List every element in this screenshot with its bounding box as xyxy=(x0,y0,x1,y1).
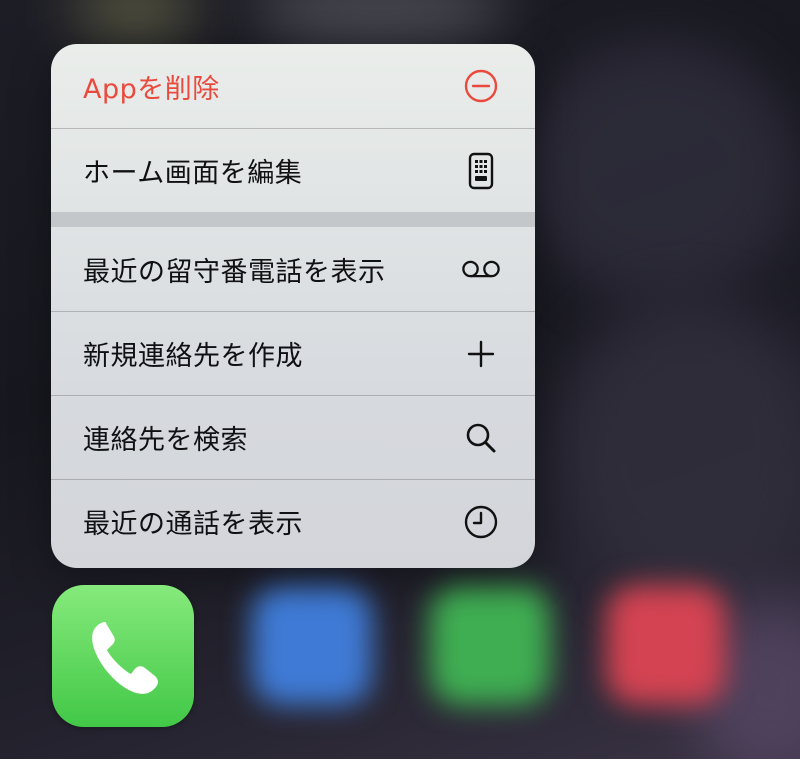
music-icon xyxy=(606,585,726,705)
magnifying-glass-icon xyxy=(461,418,501,458)
plus-icon xyxy=(461,334,501,374)
blurred-wallpaper-shape xyxy=(560,300,800,600)
menu-section-app-actions: Appを削除 ホーム画面を編集 xyxy=(51,44,535,212)
phone-handset-icon xyxy=(92,622,158,694)
safari-icon xyxy=(252,585,372,705)
menu-item-label: 新規連絡先を作成 xyxy=(83,341,303,372)
menu-item-recent-voicemail[interactable]: 最近の留守番電話を表示 xyxy=(51,227,535,311)
menu-item-create-new-contact[interactable]: 新規連絡先を作成 xyxy=(51,311,535,395)
phone-apps-grid-icon xyxy=(461,151,501,191)
menu-item-label: 最近の留守番電話を表示 xyxy=(83,256,386,288)
menu-item-delete-app[interactable]: Appを削除 xyxy=(51,44,535,128)
blurred-wallpaper-shape xyxy=(70,0,200,40)
menu-section-separator xyxy=(51,212,535,227)
blurred-wallpaper-shape xyxy=(520,40,800,300)
menu-section-quick-actions: 最近の留守番電話を表示 新規連絡先を作成 連絡先を検索 最近の通話を表示 xyxy=(51,227,535,563)
menu-item-edit-home-screen[interactable]: ホーム画面を編集 xyxy=(51,128,535,212)
app-context-menu: Appを削除 ホーム画面を編集 最近の留守番電話を表示 新規連絡先を作成 連絡先… xyxy=(51,44,535,568)
menu-item-search-contacts[interactable]: 連絡先を検索 xyxy=(51,395,535,479)
menu-item-recent-calls[interactable]: 最近の通話を表示 xyxy=(51,479,535,563)
minus-circle-icon xyxy=(461,66,501,106)
blurred-wallpaper-shape xyxy=(250,0,510,50)
menu-item-label: ホーム画面を編集 xyxy=(83,158,303,189)
messages-icon xyxy=(430,585,550,705)
menu-item-label: 最近の通話を表示 xyxy=(83,509,303,540)
menu-item-label: 連絡先を検索 xyxy=(83,425,248,456)
menu-item-label: Appを削除 xyxy=(83,73,220,105)
clock-icon xyxy=(461,502,501,542)
voicemail-icon xyxy=(461,249,501,289)
phone-app-icon[interactable] xyxy=(52,585,194,727)
